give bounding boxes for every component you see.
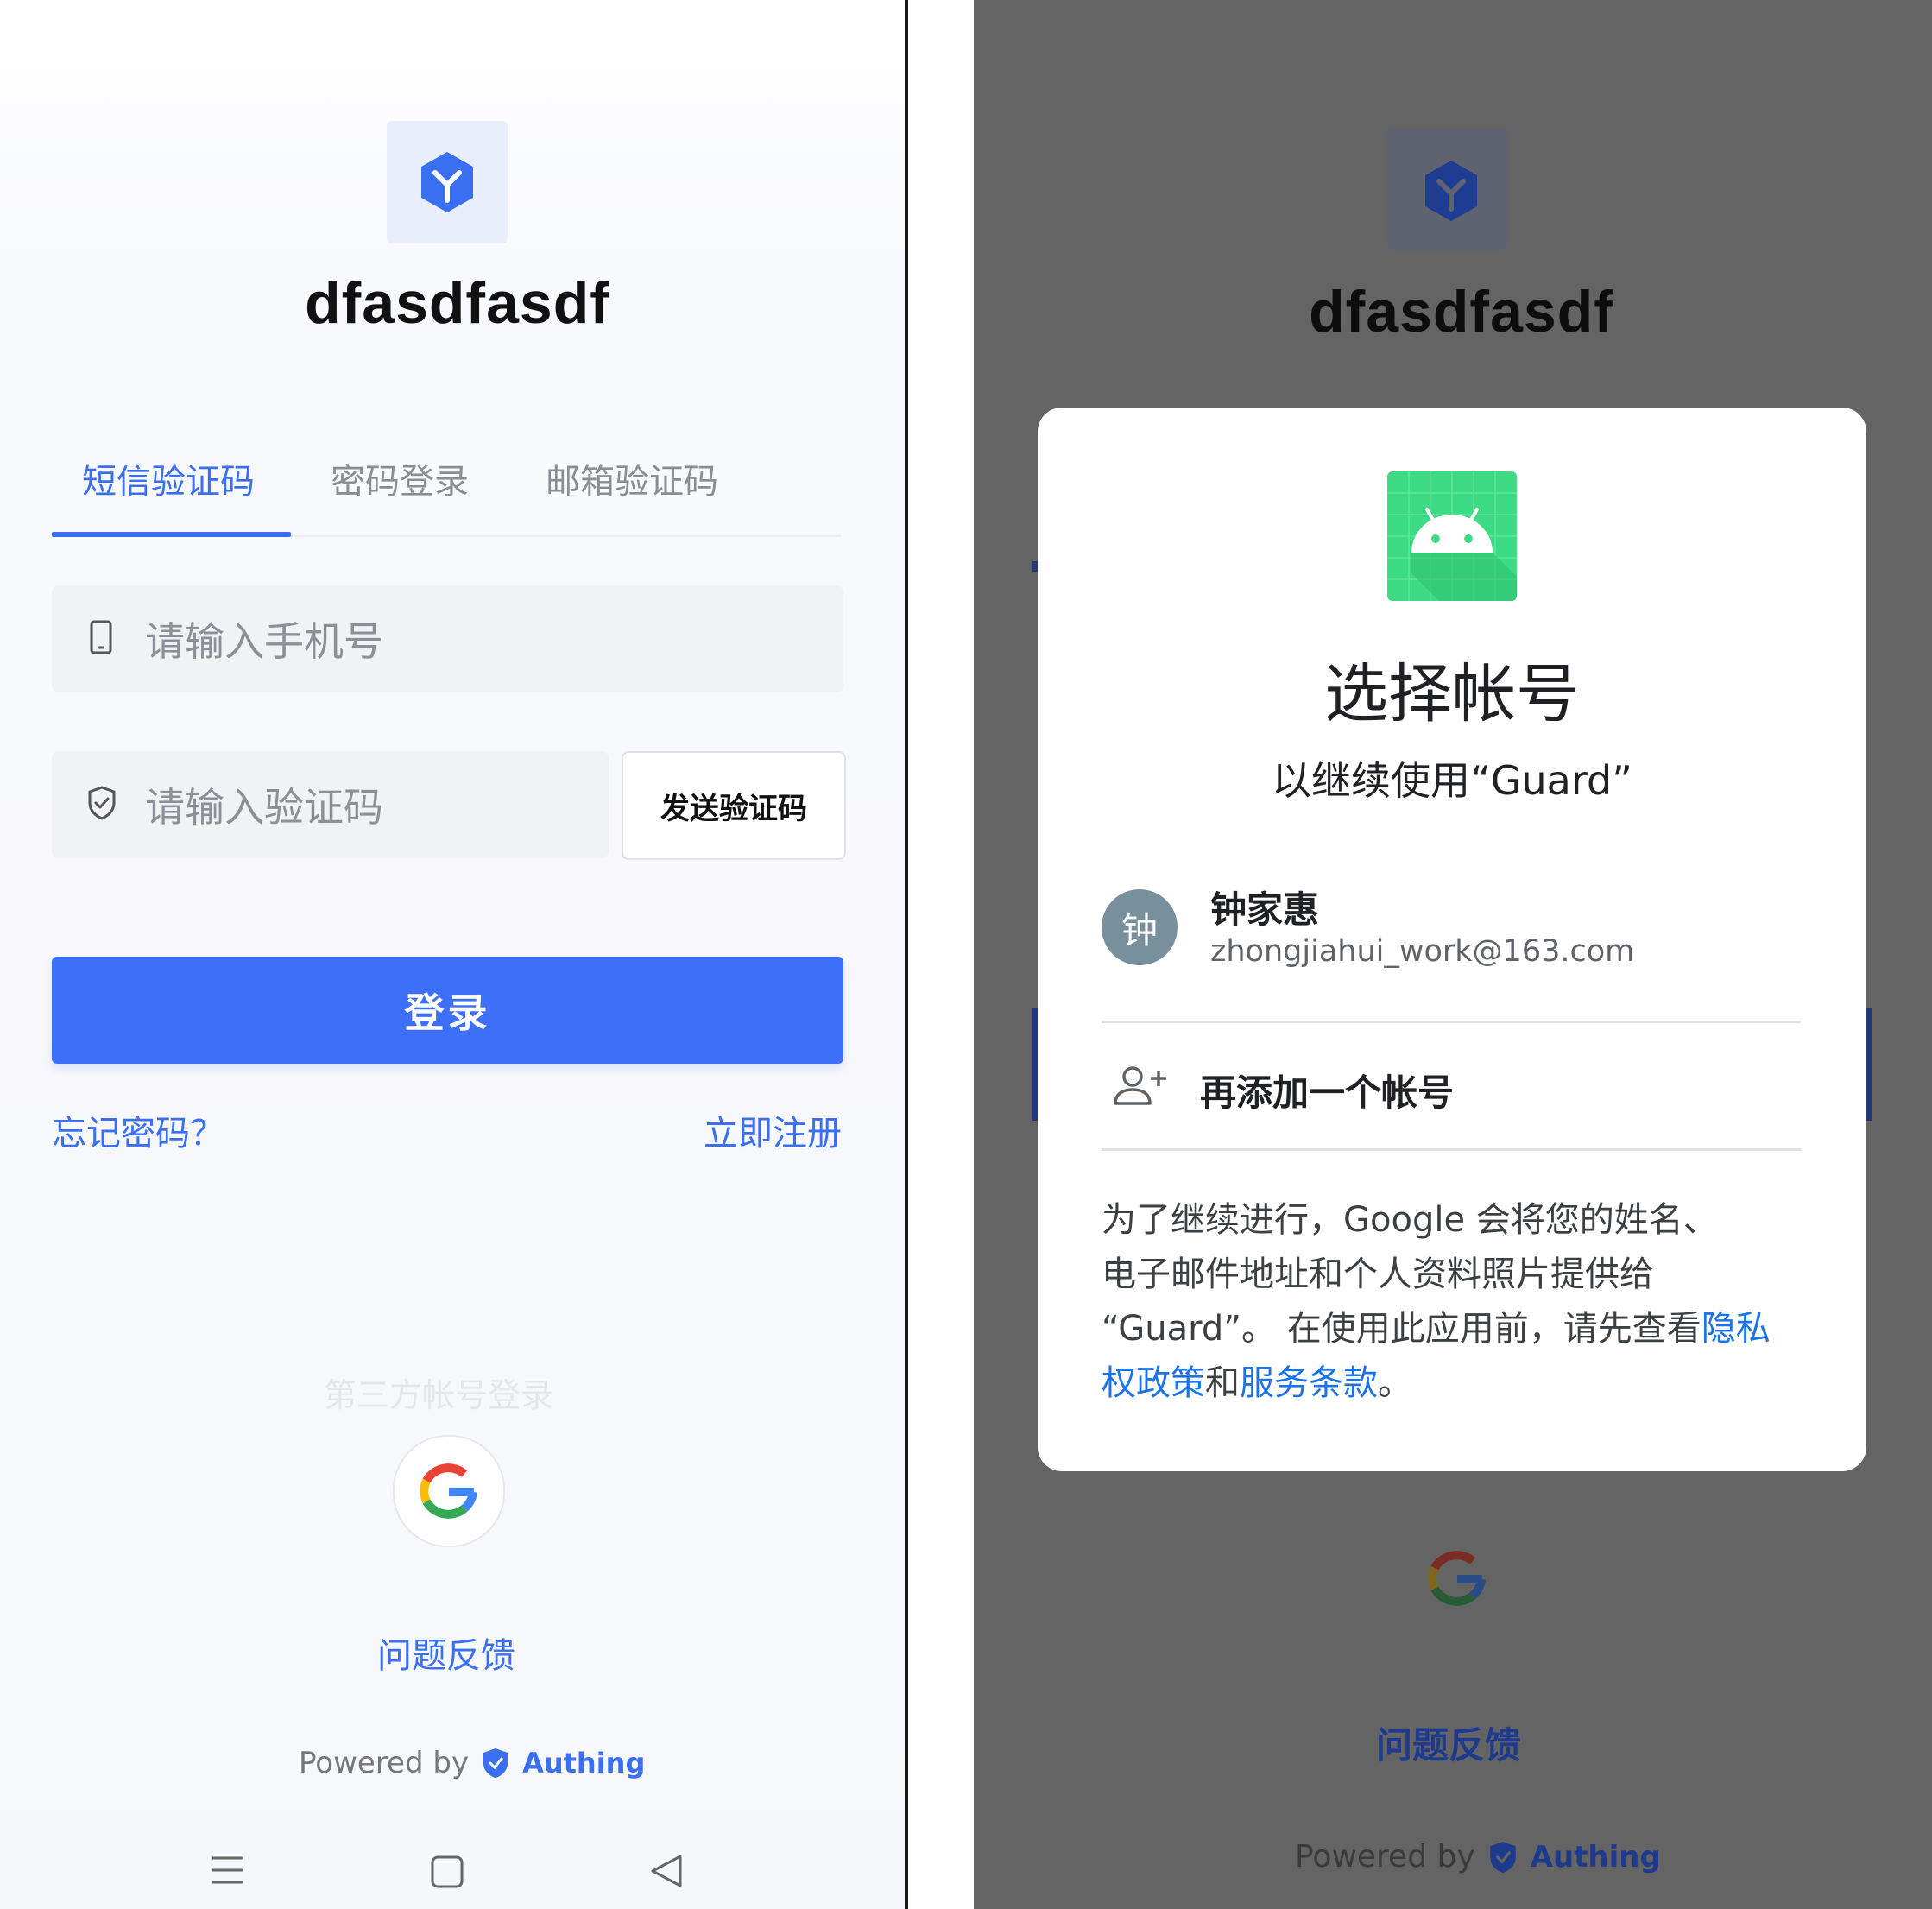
tab-password-login[interactable]: 密码登录 <box>331 453 469 503</box>
android-app-icon <box>1387 471 1517 601</box>
login-button[interactable]: 登录 <box>52 957 843 1064</box>
avatar-letter: 钟 <box>1121 908 1158 951</box>
google-login-button[interactable] <box>393 1435 505 1547</box>
shield-icon <box>85 784 119 825</box>
dimmed-app-logo <box>1386 128 1507 250</box>
privacy-policy-link-part2[interactable]: 权政策 <box>1102 1363 1205 1403</box>
forgot-password-link[interactable]: 忘记密码？ <box>52 1105 224 1155</box>
notice-line-3: “Guard”。 在使用此应用前，请先查看隐私 <box>1102 1302 1818 1356</box>
notice-end: 。 <box>1378 1363 1412 1403</box>
notice-line-4: 权政策和服务条款。 <box>1102 1356 1818 1411</box>
dimmed-powered-by: Powered by Authing <box>1295 1839 1661 1874</box>
divider-1 <box>1102 1021 1801 1023</box>
tab-sms-code[interactable]: 短信验证码 <box>82 453 255 503</box>
google-logo-icon <box>420 1463 477 1519</box>
dimmed-feedback-link: 问题反馈 <box>1376 1724 1522 1767</box>
app-logo <box>387 121 508 243</box>
add-account-label: 再添加一个帐号 <box>1200 1071 1455 1114</box>
notice-line-2: 电子邮件地址和个人资料照片提供给 <box>1102 1255 1654 1294</box>
notice-and: 和 <box>1205 1363 1240 1403</box>
account-row[interactable]: 钟 钟家惠 zhongjiahui_work@163.com <box>1102 874 1801 981</box>
dimmed-app-title: dfasdfasdf <box>1309 279 1614 345</box>
app-title: dfasdfasdf <box>305 270 610 336</box>
avatar: 钟 <box>1102 889 1178 965</box>
dimmed-authing-shield-icon <box>1489 1841 1516 1873</box>
terms-of-service-link[interactable]: 服务条款 <box>1240 1363 1378 1403</box>
add-person-icon <box>1114 1066 1166 1105</box>
phone-input-placeholder: 请输入手机号 <box>145 618 383 665</box>
verification-code-input[interactable]: 请输入验证码 <box>52 751 609 858</box>
divider-2 <box>1102 1148 1801 1151</box>
feedback-link[interactable]: 问题反馈 <box>377 1628 515 1678</box>
home-square-icon[interactable] <box>430 1855 464 1889</box>
dimmed-authing-brand: Authing <box>1530 1839 1661 1874</box>
cube-logo-icon <box>1425 161 1477 221</box>
register-link[interactable]: 立即注册 <box>704 1105 842 1155</box>
dialog-subtitle: 以继续使用“Guard” <box>1272 757 1632 804</box>
choose-account-dialog: 选择帐号 以继续使用“Guard” 钟 钟家惠 zhongjiahui_work… <box>1038 408 1866 1471</box>
cube-logo-icon <box>421 152 473 212</box>
powered-by: Powered by Authing <box>299 1746 645 1780</box>
add-account-row[interactable]: 再添加一个帐号 <box>1102 1024 1801 1150</box>
dimmed-google-logo-icon <box>1428 1551 1486 1606</box>
screen-gap <box>908 0 974 1909</box>
login-screen-left: dfasdfasdf 短信验证码 密码登录 邮箱验证码 请输入手机号 请输入验证… <box>0 0 905 1909</box>
send-code-button[interactable]: 发送验证码 <box>622 751 846 860</box>
android-robot-icon <box>1387 471 1517 601</box>
third-party-login-label: 第三方帐号登录 <box>324 1376 554 1414</box>
active-tab-indicator <box>52 532 291 537</box>
notice-line-3-text: “Guard”。 在使用此应用前，请先查看 <box>1102 1309 1702 1349</box>
notice-line-1: 为了继续进行，Google 会将您的姓名、 <box>1102 1200 1718 1240</box>
mobile-phone-icon <box>85 618 116 660</box>
back-triangle-icon[interactable] <box>649 1853 684 1889</box>
dialog-title: 选择帐号 <box>1324 657 1580 731</box>
authing-shield-icon <box>483 1748 508 1778</box>
phone-input[interactable]: 请输入手机号 <box>52 585 843 692</box>
menu-icon[interactable] <box>211 1855 245 1886</box>
privacy-notice: 为了继续进行，Google 会将您的姓名、 电子邮件地址和个人资料照片提供给 “… <box>1102 1193 1818 1411</box>
code-input-placeholder: 请输入验证码 <box>145 784 383 831</box>
privacy-policy-link-part1[interactable]: 隐私 <box>1702 1309 1771 1349</box>
tab-email-code[interactable]: 邮箱验证码 <box>546 453 718 503</box>
authing-brand: Authing <box>522 1747 646 1779</box>
powered-by-text: Powered by <box>299 1746 470 1780</box>
dimmed-login-button-right <box>1866 1008 1872 1121</box>
account-name: 钟家惠 <box>1210 888 1320 931</box>
dimmed-powered-by-text: Powered by <box>1295 1839 1475 1874</box>
account-email: zhongjiahui_work@163.com <box>1210 934 1635 969</box>
